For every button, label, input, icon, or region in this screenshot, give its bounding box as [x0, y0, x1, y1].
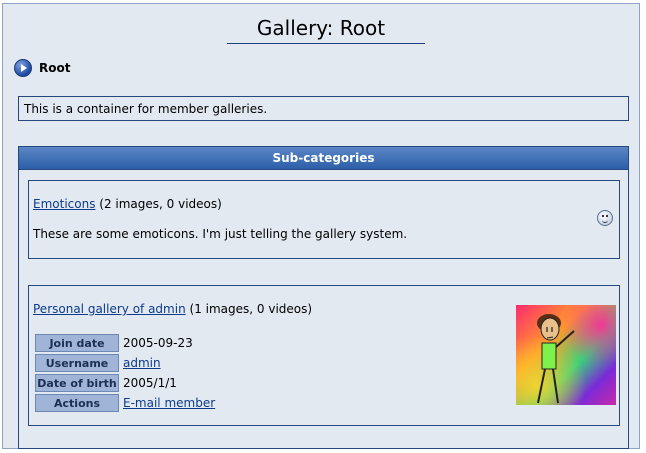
member-info-row: Date of birth 2005/1/1 — [35, 374, 215, 392]
subcategory-title-row: Emoticons (2 images, 0 videos) — [33, 197, 222, 211]
personal-gallery-counts: (1 images, 0 videos) — [189, 302, 313, 316]
page-title: Gallery: Root — [256, 16, 386, 40]
emoticons-counts: (2 images, 0 videos) — [99, 197, 222, 211]
actions-cell: E-mail member — [121, 394, 215, 412]
dob-label: Date of birth — [35, 374, 119, 392]
subcategory-title-row: Personal gallery of admin (1 images, 0 v… — [33, 302, 312, 316]
gallery-panel: Gallery: Root Root This is a container f… — [2, 3, 640, 449]
member-info-row: Actions E-mail member — [35, 394, 215, 412]
member-info-table: Join date 2005-09-23 Username admin Date… — [33, 332, 217, 414]
breadcrumb-label: Root — [39, 61, 71, 75]
gallery-description: This is a container for member galleries… — [18, 96, 629, 121]
join-date-label: Join date — [35, 334, 119, 352]
member-info-row: Join date 2005-09-23 — [35, 334, 215, 352]
breadcrumb: Root — [14, 58, 70, 78]
username-link[interactable]: admin — [123, 356, 161, 370]
subcategory-card-emoticons: Emoticons (2 images, 0 videos) These are… — [28, 180, 620, 259]
smiley-icon — [597, 210, 613, 226]
member-info-row: Username admin — [35, 354, 215, 372]
emoticons-link[interactable]: Emoticons — [33, 197, 95, 211]
title-underline — [227, 43, 425, 44]
subcategory-card-personal-gallery: Personal gallery of admin (1 images, 0 v… — [28, 285, 620, 426]
username-cell: admin — [121, 354, 215, 372]
subcategories-panel: Sub-categories Emoticons (2 images, 0 vi… — [18, 146, 629, 449]
join-date-value: 2005-09-23 — [123, 336, 193, 350]
subcategories-header: Sub-categories — [19, 147, 628, 170]
actions-label: Actions — [35, 394, 119, 412]
emoticons-description: These are some emoticons. I'm just telli… — [33, 227, 408, 241]
personal-gallery-link[interactable]: Personal gallery of admin — [33, 302, 186, 316]
avatar-image[interactable] — [516, 305, 616, 405]
dob-value: 2005/1/1 — [123, 376, 177, 390]
arrow-right-circle-icon — [14, 59, 32, 77]
email-member-link[interactable]: E-mail member — [123, 396, 215, 410]
username-label: Username — [35, 354, 119, 372]
